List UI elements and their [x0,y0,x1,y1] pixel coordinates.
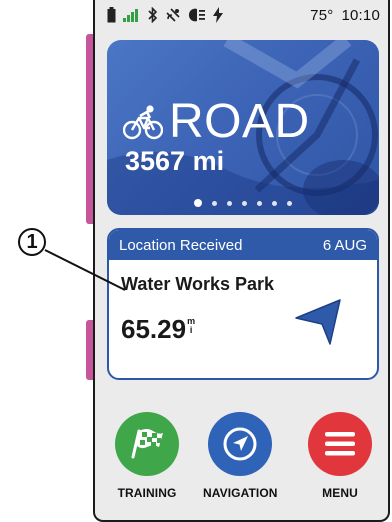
navigation-button-label: NAVIGATION [203,486,278,500]
checkered-flag-icon [131,429,163,459]
compass-icon [223,427,257,461]
page-dot [227,200,232,206]
device-screen: 75° 10:10 ROAD 3567 mi Location Received… [93,0,390,522]
page-dot-active [194,199,202,207]
ride-title-row: ROAD [123,98,310,146]
signal-icon [123,9,138,22]
menu-button-label: MENU [322,486,358,500]
training-button-circle[interactable] [115,412,179,476]
battery-icon [107,7,116,23]
training-button-label: TRAINING [117,486,177,500]
clock-readout: 10:10 [341,6,380,24]
navigation-button[interactable]: NAVIGATION [203,412,278,500]
menu-button-circle[interactable] [308,412,372,476]
location-header-title: Location Received [119,236,243,254]
location-date: 6 AUG [322,236,367,254]
gps-icon [166,8,180,22]
unit-bottom: i [189,325,193,335]
location-distance-unit: m i [187,317,195,335]
page-dot [212,200,217,206]
menu-button[interactable]: MENU [308,412,372,500]
menu-icon [325,432,355,456]
page-dot [287,200,292,206]
page-dot [242,200,247,206]
temperature-readout: 75° [310,6,334,24]
location-received-card[interactable]: Location Received 6 AUG Water Works Park… [107,228,379,380]
ride-odometer: 3567 mi [125,146,225,176]
bicycle-icon [123,105,163,140]
location-card-header: Location Received 6 AUG [109,230,377,260]
training-button[interactable]: TRAINING [115,412,179,500]
location-name: Water Works Park [121,274,275,294]
page-indicator [107,199,379,207]
ride-profile-card[interactable]: ROAD 3567 mi [107,40,379,215]
page-dot [257,200,262,206]
charging-icon [213,7,223,23]
direction-arrow-icon [295,299,341,345]
status-bar: 75° 10:10 [95,0,388,30]
status-right: 75° 10:10 [302,7,380,24]
navigation-button-circle[interactable] [208,412,273,476]
bluetooth-icon [148,7,158,23]
ride-profile-title: ROAD [169,95,310,148]
light-icon [188,8,205,22]
page-dot [272,200,277,206]
location-distance-value: 65.29 [121,314,187,344]
callout-number: 1 [18,228,46,256]
location-distance: 65.29 m i [121,314,195,345]
